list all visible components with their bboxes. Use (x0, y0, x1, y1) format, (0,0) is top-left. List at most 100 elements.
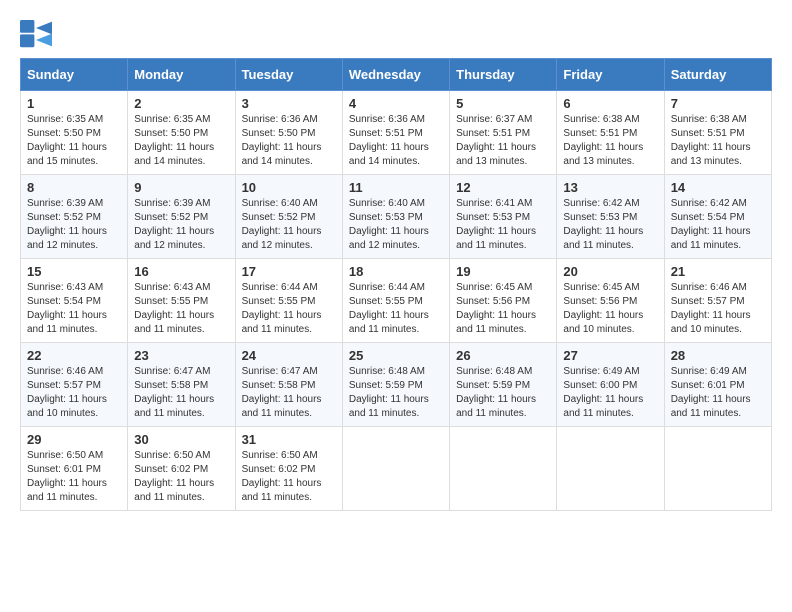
day-info: Sunrise: 6:46 AM Sunset: 5:57 PM Dayligh… (671, 281, 765, 337)
weekday-header: Monday (128, 59, 235, 91)
calendar-cell: 25 Sunrise: 6:48 AM Sunset: 5:59 PM Dayl… (342, 343, 449, 427)
day-number: 17 (242, 264, 336, 279)
day-number: 19 (456, 264, 550, 279)
logo (20, 20, 56, 48)
calendar-week-row: 29 Sunrise: 6:50 AM Sunset: 6:01 PM Dayl… (21, 427, 772, 511)
calendar-cell: 8 Sunrise: 6:39 AM Sunset: 5:52 PM Dayli… (21, 175, 128, 259)
day-number: 26 (456, 348, 550, 363)
day-number: 9 (134, 180, 228, 195)
day-info: Sunrise: 6:35 AM Sunset: 5:50 PM Dayligh… (134, 113, 228, 169)
day-info: Sunrise: 6:45 AM Sunset: 5:56 PM Dayligh… (563, 281, 657, 337)
weekday-header: Wednesday (342, 59, 449, 91)
day-info: Sunrise: 6:38 AM Sunset: 5:51 PM Dayligh… (671, 113, 765, 169)
calendar-week-row: 1 Sunrise: 6:35 AM Sunset: 5:50 PM Dayli… (21, 91, 772, 175)
day-number: 4 (349, 96, 443, 111)
weekday-header: Thursday (450, 59, 557, 91)
day-number: 27 (563, 348, 657, 363)
calendar-cell: 10 Sunrise: 6:40 AM Sunset: 5:52 PM Dayl… (235, 175, 342, 259)
day-info: Sunrise: 6:38 AM Sunset: 5:51 PM Dayligh… (563, 113, 657, 169)
day-number: 30 (134, 432, 228, 447)
calendar-cell: 18 Sunrise: 6:44 AM Sunset: 5:55 PM Dayl… (342, 259, 449, 343)
day-number: 15 (27, 264, 121, 279)
calendar-week-row: 15 Sunrise: 6:43 AM Sunset: 5:54 PM Dayl… (21, 259, 772, 343)
day-number: 2 (134, 96, 228, 111)
calendar-cell: 4 Sunrise: 6:36 AM Sunset: 5:51 PM Dayli… (342, 91, 449, 175)
calendar-cell: 28 Sunrise: 6:49 AM Sunset: 6:01 PM Dayl… (664, 343, 771, 427)
day-info: Sunrise: 6:48 AM Sunset: 5:59 PM Dayligh… (456, 365, 550, 421)
weekday-header: Saturday (664, 59, 771, 91)
day-number: 7 (671, 96, 765, 111)
day-number: 29 (27, 432, 121, 447)
calendar-cell: 26 Sunrise: 6:48 AM Sunset: 5:59 PM Dayl… (450, 343, 557, 427)
day-number: 13 (563, 180, 657, 195)
day-info: Sunrise: 6:40 AM Sunset: 5:52 PM Dayligh… (242, 197, 336, 253)
day-number: 20 (563, 264, 657, 279)
calendar-cell: 31 Sunrise: 6:50 AM Sunset: 6:02 PM Dayl… (235, 427, 342, 511)
calendar-cell: 30 Sunrise: 6:50 AM Sunset: 6:02 PM Dayl… (128, 427, 235, 511)
weekday-header: Tuesday (235, 59, 342, 91)
day-number: 25 (349, 348, 443, 363)
calendar-cell (450, 427, 557, 511)
day-number: 18 (349, 264, 443, 279)
calendar-cell: 11 Sunrise: 6:40 AM Sunset: 5:53 PM Dayl… (342, 175, 449, 259)
day-number: 28 (671, 348, 765, 363)
calendar-week-row: 22 Sunrise: 6:46 AM Sunset: 5:57 PM Dayl… (21, 343, 772, 427)
day-info: Sunrise: 6:49 AM Sunset: 6:01 PM Dayligh… (671, 365, 765, 421)
calendar-cell: 15 Sunrise: 6:43 AM Sunset: 5:54 PM Dayl… (21, 259, 128, 343)
day-number: 11 (349, 180, 443, 195)
calendar-cell: 21 Sunrise: 6:46 AM Sunset: 5:57 PM Dayl… (664, 259, 771, 343)
day-number: 23 (134, 348, 228, 363)
day-number: 12 (456, 180, 550, 195)
day-info: Sunrise: 6:49 AM Sunset: 6:00 PM Dayligh… (563, 365, 657, 421)
day-info: Sunrise: 6:50 AM Sunset: 6:02 PM Dayligh… (134, 449, 228, 505)
day-number: 6 (563, 96, 657, 111)
day-info: Sunrise: 6:47 AM Sunset: 5:58 PM Dayligh… (242, 365, 336, 421)
day-info: Sunrise: 6:47 AM Sunset: 5:58 PM Dayligh… (134, 365, 228, 421)
day-number: 5 (456, 96, 550, 111)
calendar-cell: 14 Sunrise: 6:42 AM Sunset: 5:54 PM Dayl… (664, 175, 771, 259)
weekday-header-row: SundayMondayTuesdayWednesdayThursdayFrid… (21, 59, 772, 91)
calendar-cell (342, 427, 449, 511)
day-info: Sunrise: 6:45 AM Sunset: 5:56 PM Dayligh… (456, 281, 550, 337)
calendar-cell: 7 Sunrise: 6:38 AM Sunset: 5:51 PM Dayli… (664, 91, 771, 175)
calendar-cell: 1 Sunrise: 6:35 AM Sunset: 5:50 PM Dayli… (21, 91, 128, 175)
day-number: 10 (242, 180, 336, 195)
day-number: 1 (27, 96, 121, 111)
day-info: Sunrise: 6:48 AM Sunset: 5:59 PM Dayligh… (349, 365, 443, 421)
day-info: Sunrise: 6:50 AM Sunset: 6:01 PM Dayligh… (27, 449, 121, 505)
calendar-cell: 23 Sunrise: 6:47 AM Sunset: 5:58 PM Dayl… (128, 343, 235, 427)
calendar-cell: 19 Sunrise: 6:45 AM Sunset: 5:56 PM Dayl… (450, 259, 557, 343)
calendar-cell (557, 427, 664, 511)
calendar-cell: 3 Sunrise: 6:36 AM Sunset: 5:50 PM Dayli… (235, 91, 342, 175)
day-info: Sunrise: 6:50 AM Sunset: 6:02 PM Dayligh… (242, 449, 336, 505)
day-info: Sunrise: 6:39 AM Sunset: 5:52 PM Dayligh… (134, 197, 228, 253)
calendar-cell: 24 Sunrise: 6:47 AM Sunset: 5:58 PM Dayl… (235, 343, 342, 427)
calendar-week-row: 8 Sunrise: 6:39 AM Sunset: 5:52 PM Dayli… (21, 175, 772, 259)
day-info: Sunrise: 6:41 AM Sunset: 5:53 PM Dayligh… (456, 197, 550, 253)
calendar-cell: 17 Sunrise: 6:44 AM Sunset: 5:55 PM Dayl… (235, 259, 342, 343)
day-number: 16 (134, 264, 228, 279)
day-info: Sunrise: 6:37 AM Sunset: 5:51 PM Dayligh… (456, 113, 550, 169)
day-number: 24 (242, 348, 336, 363)
day-number: 8 (27, 180, 121, 195)
calendar-cell: 22 Sunrise: 6:46 AM Sunset: 5:57 PM Dayl… (21, 343, 128, 427)
day-info: Sunrise: 6:46 AM Sunset: 5:57 PM Dayligh… (27, 365, 121, 421)
weekday-header: Friday (557, 59, 664, 91)
day-info: Sunrise: 6:43 AM Sunset: 5:55 PM Dayligh… (134, 281, 228, 337)
page-header (20, 20, 772, 48)
day-number: 14 (671, 180, 765, 195)
calendar-cell: 20 Sunrise: 6:45 AM Sunset: 5:56 PM Dayl… (557, 259, 664, 343)
day-info: Sunrise: 6:40 AM Sunset: 5:53 PM Dayligh… (349, 197, 443, 253)
logo-icon (20, 20, 52, 48)
calendar-cell: 9 Sunrise: 6:39 AM Sunset: 5:52 PM Dayli… (128, 175, 235, 259)
day-number: 3 (242, 96, 336, 111)
day-info: Sunrise: 6:42 AM Sunset: 5:53 PM Dayligh… (563, 197, 657, 253)
calendar-cell (664, 427, 771, 511)
day-info: Sunrise: 6:35 AM Sunset: 5:50 PM Dayligh… (27, 113, 121, 169)
calendar-cell: 13 Sunrise: 6:42 AM Sunset: 5:53 PM Dayl… (557, 175, 664, 259)
weekday-header: Sunday (21, 59, 128, 91)
day-number: 21 (671, 264, 765, 279)
day-info: Sunrise: 6:43 AM Sunset: 5:54 PM Dayligh… (27, 281, 121, 337)
calendar-cell: 12 Sunrise: 6:41 AM Sunset: 5:53 PM Dayl… (450, 175, 557, 259)
day-number: 22 (27, 348, 121, 363)
